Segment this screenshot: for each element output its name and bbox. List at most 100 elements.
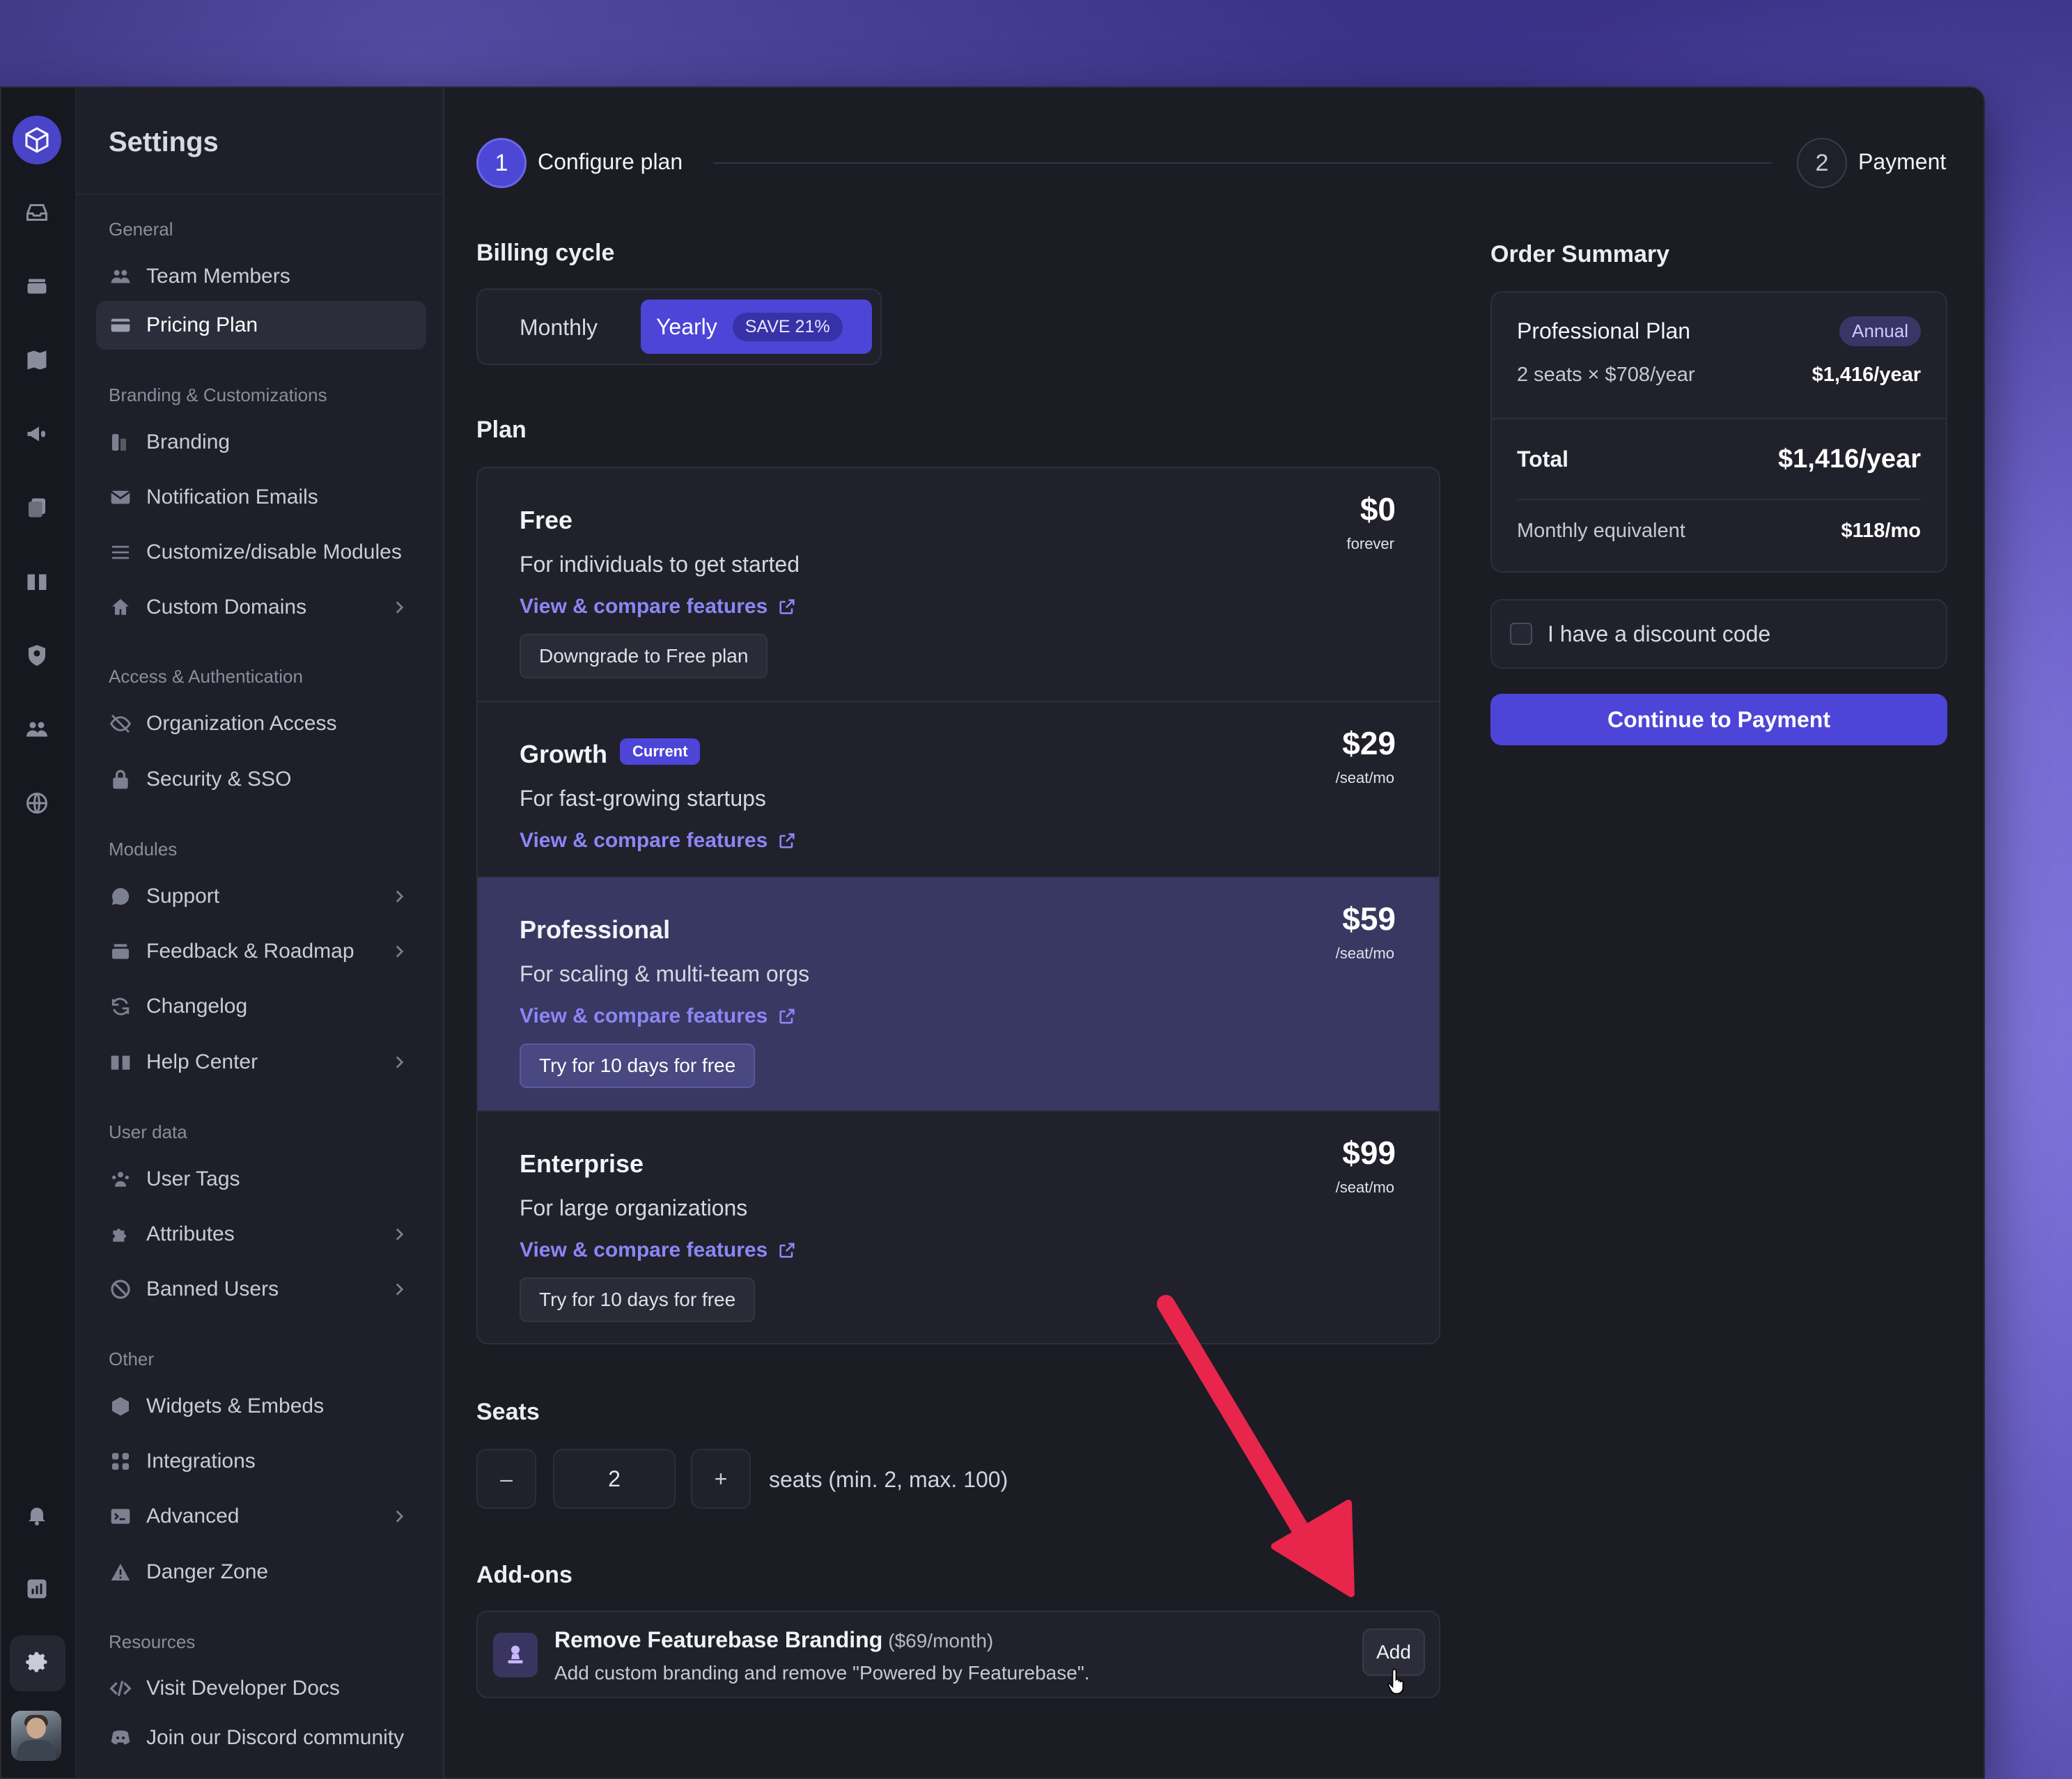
plan-description: For fast-growing startups [520,786,766,811]
stepper-progress-line [713,162,1772,164]
sidebar-item-custom-domains[interactable]: Custom Domains [96,583,426,632]
sidebar-item-danger-zone[interactable]: Danger Zone [96,1548,426,1597]
compare-features-link[interactable]: View & compare features [520,829,797,853]
trial-button[interactable]: Try for 10 days for free [520,1043,756,1088]
sidebar-divider [77,194,443,195]
billing-yearly-option[interactable]: Yearly SAVE 21% [641,300,872,354]
sidebar-item-discord[interactable]: Join our Discord community [96,1714,426,1762]
addon-title-text: Remove Featurebase Branding [554,1627,883,1652]
sidebar-item-team-members[interactable]: Team Members [96,252,426,301]
refresh-icon [109,995,132,1018]
user-avatar[interactable] [11,1711,61,1761]
app-window: Settings General Team Members Pricing Pl… [0,86,1985,1779]
sidebar-item-label: Team Members [146,265,290,288]
chevron-right-icon [396,1510,404,1523]
save-badge: SAVE 21% [732,312,843,341]
sidebar-item-label: Security & SSO [146,768,292,791]
plan-list: Free For individuals to get started View… [476,467,1440,1344]
shield-user-icon[interactable] [22,641,52,670]
group-label-general: General [109,219,173,240]
sidebar-item-label: Integrations [146,1450,256,1473]
billing-yearly-label: Yearly [656,313,717,339]
compare-features-label: View & compare features [520,595,768,618]
order-summary-heading: Order Summary [1490,241,1669,267]
puzzle-icon [109,1222,132,1246]
megaphone-icon[interactable] [22,419,52,449]
plan-price: $99 [1342,1135,1396,1171]
documents-icon[interactable] [22,493,52,522]
plan-card-growth[interactable]: Growth Current For fast-growing startups… [478,702,1439,878]
map-icon[interactable] [22,345,52,375]
sidebar-item-help-center[interactable]: Help Center [96,1038,426,1087]
chevron-right-icon [396,1056,404,1069]
sidebar-item-pricing-plan[interactable]: Pricing Plan [96,301,426,350]
plan-price-unit: /seat/mo [1335,769,1394,786]
sidebar-item-branding[interactable]: Branding [96,418,426,467]
billing-monthly-option[interactable]: Monthly [520,315,598,341]
pointer-cursor-icon [1387,1668,1404,1695]
book-icon[interactable] [22,567,52,596]
seats-heading: Seats [476,1399,540,1425]
sidebar-item-widgets-embeds[interactable]: Widgets & Embeds [96,1382,426,1431]
summary-divider [1492,418,1946,419]
compare-features-link[interactable]: View & compare features [520,1004,797,1028]
group-label-modules: Modules [109,839,178,860]
compare-features-link[interactable]: View & compare features [520,1238,797,1262]
sidebar-item-user-tags[interactable]: User Tags [96,1155,426,1204]
plan-name: Free [520,506,573,534]
discount-checkbox[interactable] [1510,623,1532,645]
sidebar-item-label: Support [146,885,220,908]
group-label-user-data: User data [109,1121,187,1142]
stack-icon[interactable] [22,272,52,301]
sidebar-item-notification-emails[interactable]: Notification Emails [96,473,426,522]
chevron-right-icon [396,1228,404,1241]
continue-to-payment-button[interactable]: Continue to Payment [1490,694,1947,745]
cube-icon [109,1395,132,1418]
sidebar-item-integrations[interactable]: Integrations [96,1437,426,1486]
sidebar-item-organization-access[interactable]: Organization Access [96,699,426,748]
ban-icon [109,1277,132,1301]
sidebar-item-customize-modules[interactable]: Customize/disable Modules [96,528,426,577]
step-2-label: Payment [1858,149,1947,174]
seats-decrement-button[interactable]: – [476,1449,536,1509]
downgrade-button[interactable]: Downgrade to Free plan [520,634,768,678]
settings-gear-icon[interactable] [10,1636,65,1691]
plan-card-enterprise[interactable]: Enterprise For large organizations View … [478,1112,1439,1343]
plan-card-free[interactable]: Free For individuals to get started View… [478,468,1439,702]
sidebar-item-developer-docs[interactable]: Visit Developer Docs [96,1664,426,1713]
users-icon[interactable] [22,715,52,744]
sidebar-item-security-sso[interactable]: Security & SSO [96,755,426,804]
discount-label: I have a discount code [1548,621,1771,646]
app-logo-icon[interactable] [13,116,61,164]
summary-monthly-label: Monthly equivalent [1517,520,1685,542]
lock-icon [109,768,132,791]
seats-increment-button[interactable]: + [691,1449,751,1509]
globe-icon[interactable] [22,788,52,818]
compare-features-link[interactable]: View & compare features [520,595,797,619]
sidebar-item-label: Advanced [146,1505,240,1528]
plan-price: $59 [1342,901,1396,937]
sidebar-item-changelog[interactable]: Changelog [96,982,426,1031]
external-link-icon [779,833,795,848]
trial-button[interactable]: Try for 10 days for free [520,1277,756,1322]
inbox-icon[interactable] [22,198,52,227]
plan-price-unit: forever [1346,535,1394,552]
external-link-icon [779,1009,795,1024]
sidebar-item-advanced[interactable]: Advanced [96,1492,426,1541]
bell-icon[interactable] [22,1500,52,1530]
team-icon [109,265,132,288]
sidebar-item-support[interactable]: Support [96,872,426,921]
sidebar-item-label: User Tags [146,1167,240,1190]
palette-icon [109,430,132,454]
sidebar-item-attributes[interactable]: Attributes [96,1210,426,1259]
book-open-icon [109,1050,132,1074]
plan-description: For large organizations [520,1195,748,1220]
seats-input[interactable]: 2 [553,1449,676,1509]
chevron-right-icon [396,890,404,903]
sidebar-item-feedback-roadmap[interactable]: Feedback & Roadmap [96,927,426,976]
discount-code-toggle[interactable]: I have a discount code [1490,599,1947,669]
sidebar-item-banned-users[interactable]: Banned Users [96,1265,426,1314]
analytics-icon[interactable] [22,1574,52,1603]
chevron-right-icon [396,601,404,614]
plan-card-professional[interactable]: Professional For scaling & multi-team or… [478,878,1439,1112]
